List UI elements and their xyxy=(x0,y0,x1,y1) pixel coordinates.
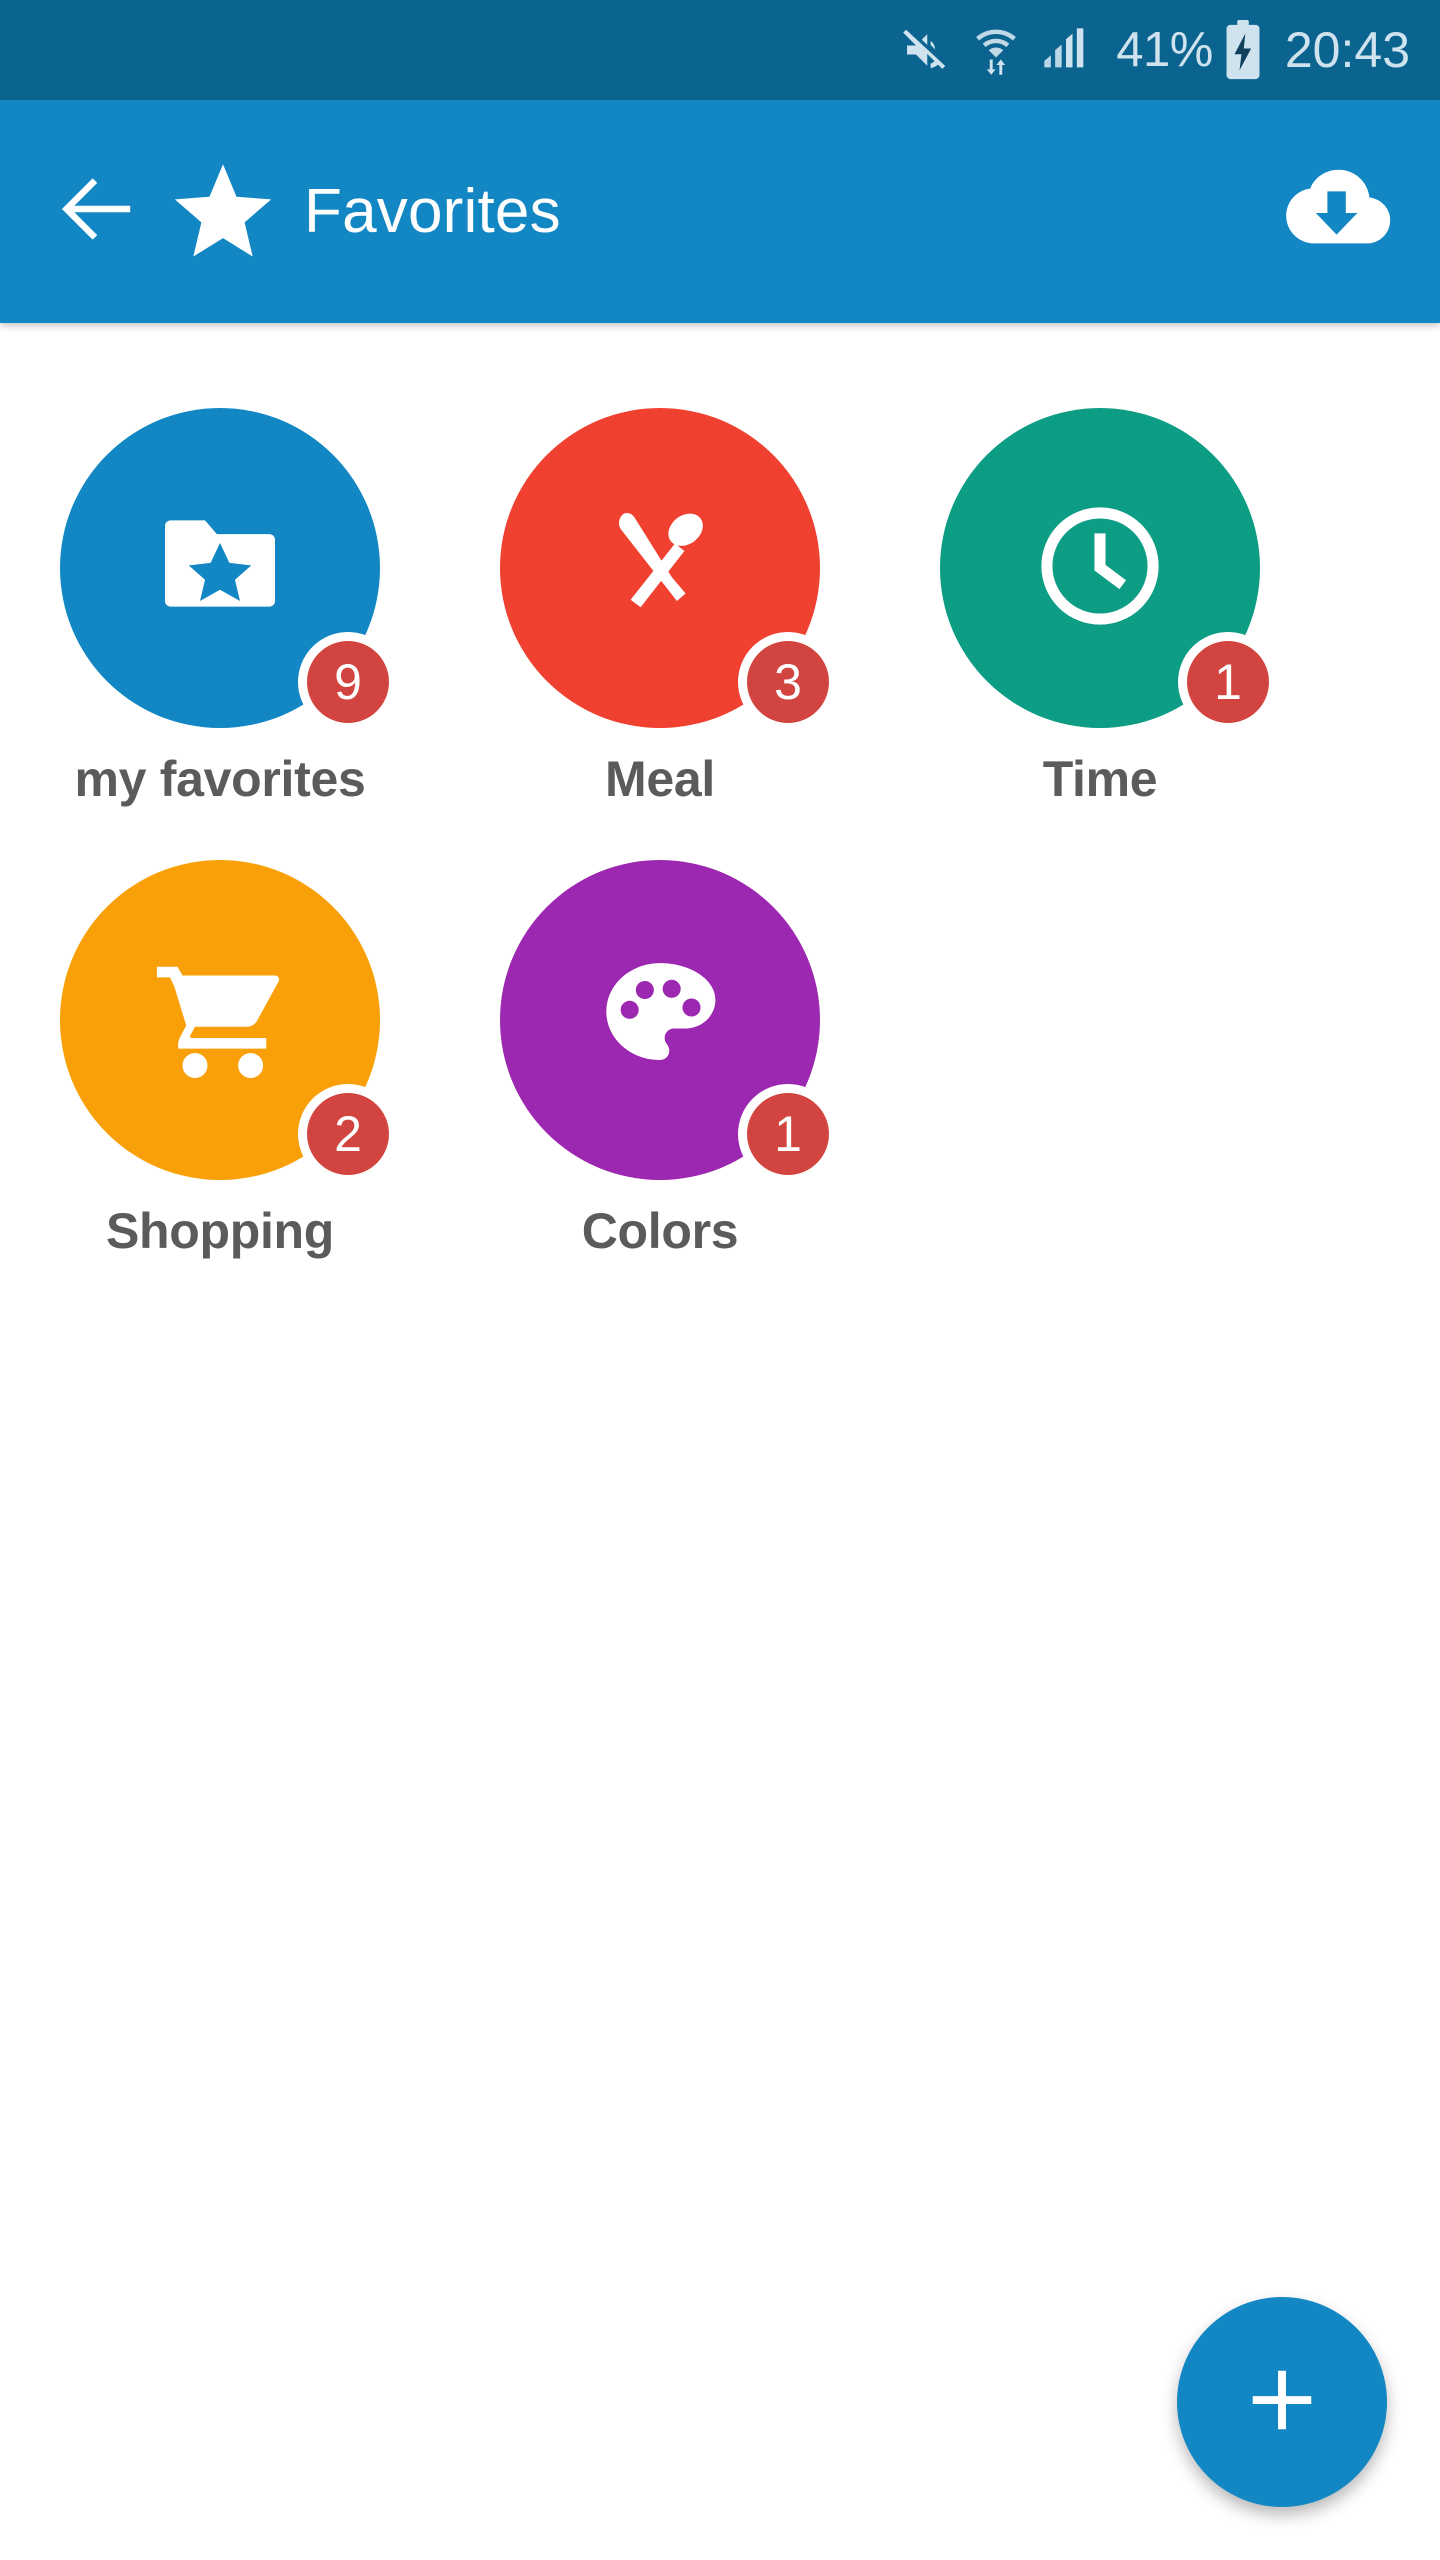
category-icon-wrap: 3 xyxy=(500,408,838,732)
app-bar: Favorites xyxy=(0,100,1440,323)
battery-charging-icon xyxy=(1223,19,1263,81)
category-item-shopping[interactable]: 2 Shopping xyxy=(0,860,440,1260)
category-icon-wrap: 1 xyxy=(940,408,1278,732)
category-label: Shopping xyxy=(105,1203,335,1259)
content-area: 9 my favorites 3 Meal 1 Time 2 Shopping … xyxy=(0,323,1440,2560)
category-item-colors[interactable]: 1 Colors xyxy=(440,860,880,1260)
category-label: Colors xyxy=(581,1203,739,1259)
category-icon-wrap: 9 xyxy=(60,408,398,732)
palette-icon xyxy=(590,948,730,1093)
status-bar: 41% 20:43 xyxy=(0,0,1440,100)
add-button[interactable] xyxy=(1177,2297,1387,2507)
category-label: my favorites xyxy=(74,751,366,807)
wifi-icon xyxy=(970,23,1022,77)
cloud-download-button[interactable] xyxy=(1270,147,1400,277)
clock-icon xyxy=(1030,496,1170,641)
badge-count: 3 xyxy=(738,632,838,732)
category-item-meal[interactable]: 3 Meal xyxy=(440,408,880,808)
back-arrow-icon xyxy=(52,163,144,260)
cloud-download-icon xyxy=(1275,159,1395,264)
category-label: Meal xyxy=(605,751,715,807)
folder-star-icon xyxy=(145,491,295,646)
category-icon-wrap: 1 xyxy=(500,860,838,1184)
plus-icon xyxy=(1237,2355,1327,2450)
badge-count: 2 xyxy=(298,1084,398,1184)
battery-percent: 41% xyxy=(1116,23,1213,77)
category-item-my-favorites[interactable]: 9 my favorites xyxy=(0,408,440,808)
badge-count: 1 xyxy=(1178,632,1278,732)
mute-icon xyxy=(898,23,952,77)
app-screen: 41% 20:43 Favorites 9 my favorites 3 Mea… xyxy=(0,0,1440,2560)
badge-count: 1 xyxy=(738,1084,838,1184)
page-title: Favorites xyxy=(304,177,561,246)
back-button[interactable] xyxy=(38,152,158,272)
shopping-cart-icon xyxy=(145,943,295,1098)
cutlery-icon xyxy=(585,491,735,646)
star-icon xyxy=(168,157,278,267)
category-label: Time xyxy=(1042,751,1158,807)
category-icon-wrap: 2 xyxy=(60,860,398,1184)
status-clock: 20:43 xyxy=(1284,22,1410,78)
badge-count: 9 xyxy=(298,632,398,732)
signal-bars-icon xyxy=(1040,23,1092,77)
category-item-time[interactable]: 1 Time xyxy=(880,408,1320,808)
category-grid: 9 my favorites 3 Meal 1 Time 2 Shopping … xyxy=(0,408,1440,1312)
